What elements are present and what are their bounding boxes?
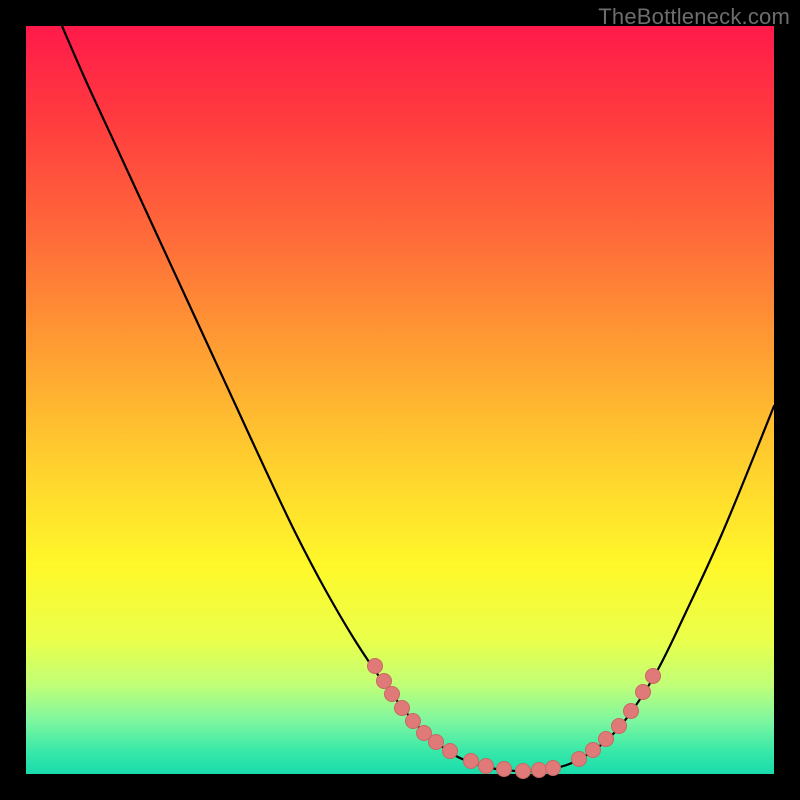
overlay-dot: [464, 754, 479, 769]
overlay-dots: [368, 659, 661, 779]
overlay-dot: [406, 714, 421, 729]
bottleneck-curve: [62, 26, 774, 771]
overlay-dot: [443, 744, 458, 759]
overlay-dot: [497, 762, 512, 777]
overlay-dot: [479, 759, 494, 774]
overlay-dot: [624, 704, 639, 719]
overlay-dot: [599, 732, 614, 747]
overlay-dot: [572, 752, 587, 767]
overlay-dot: [368, 659, 383, 674]
chart-area: [26, 26, 774, 774]
watermark-text: TheBottleneck.com: [598, 4, 790, 30]
chart-svg: [26, 26, 774, 774]
overlay-dot: [516, 764, 531, 779]
overlay-dot: [532, 763, 547, 778]
overlay-dot: [546, 761, 561, 776]
overlay-dot: [586, 743, 601, 758]
overlay-dot: [429, 735, 444, 750]
overlay-dot: [395, 701, 410, 716]
overlay-dot: [377, 674, 392, 689]
overlay-dot: [385, 687, 400, 702]
overlay-dot: [612, 719, 627, 734]
overlay-dot: [636, 685, 651, 700]
overlay-dot: [646, 669, 661, 684]
